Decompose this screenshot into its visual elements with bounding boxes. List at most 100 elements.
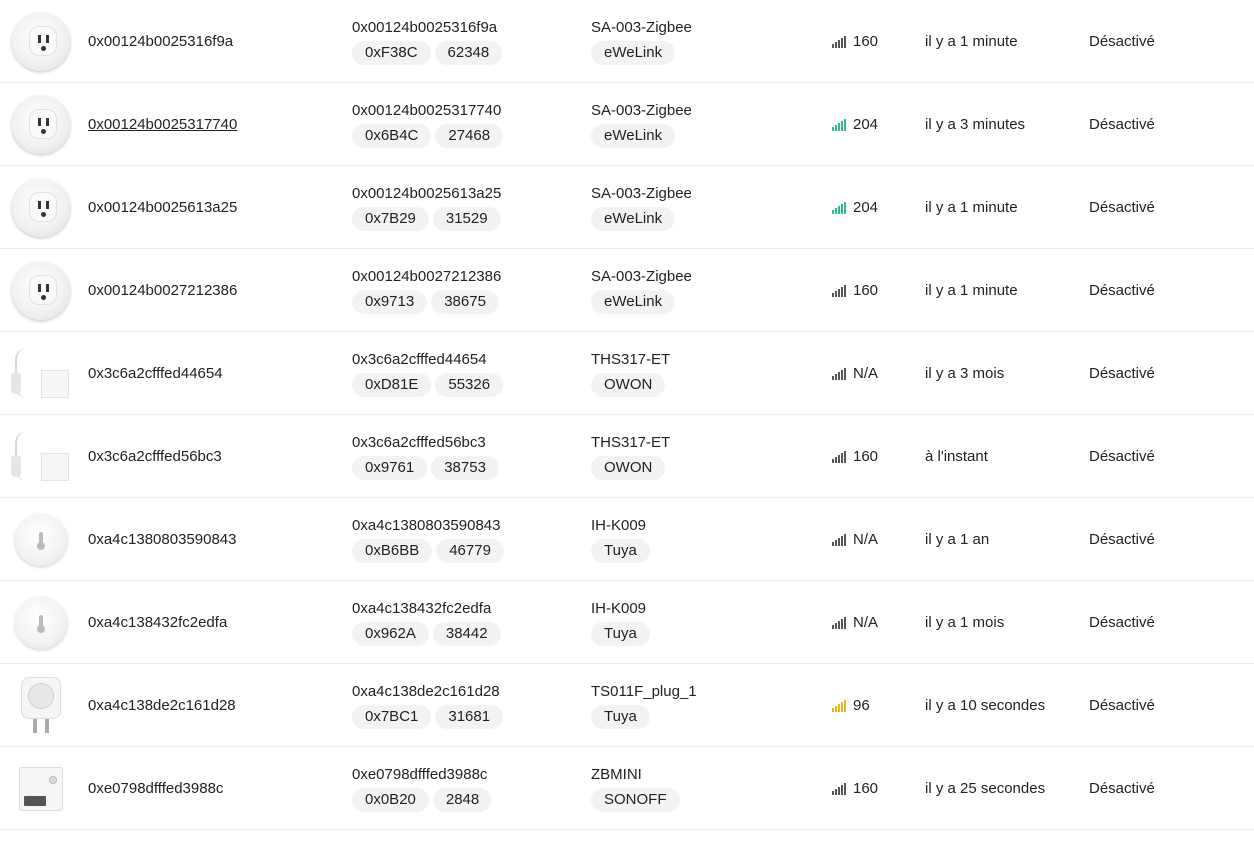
lqi-value: 204 bbox=[853, 199, 879, 216]
table-row[interactable]: 0x00124b0027212386 0x00124b0027212386 0x… bbox=[0, 249, 1254, 332]
device-thumbnail-cell[interactable] bbox=[10, 581, 72, 664]
ieee-address-text: 0x3c6a2cfffed44654 bbox=[352, 351, 487, 368]
device-ieee-link[interactable]: 0x3c6a2cfffed44654 bbox=[88, 365, 223, 382]
model-cell: SA-003-Zigbee eWeLink bbox=[591, 83, 811, 166]
device-ieee-link[interactable]: 0xa4c138de2c161d28 bbox=[88, 697, 236, 714]
round-plug-icon bbox=[12, 261, 70, 320]
table-row[interactable]: 0x00124b0025317740 0x00124b0025317740 0x… bbox=[0, 83, 1254, 166]
model-name-link[interactable]: SA-003-Zigbee bbox=[591, 101, 692, 121]
signal-strength-icon bbox=[832, 533, 846, 546]
ieee-address-cell: 0xa4c138432fc2edfa bbox=[88, 581, 338, 664]
round-plug-icon bbox=[12, 12, 70, 71]
device-ieee-link[interactable]: 0x00124b0027212386 bbox=[88, 282, 237, 299]
model-cell: SA-003-Zigbee eWeLink bbox=[591, 0, 811, 83]
model-name-link[interactable]: THS317-ET bbox=[591, 350, 670, 370]
status-text: Désactivé bbox=[1089, 33, 1155, 50]
device-thumbnail-cell[interactable] bbox=[10, 498, 72, 581]
device-thumbnail-cell[interactable] bbox=[10, 249, 72, 332]
network-address-dec-chip: 2848 bbox=[432, 788, 493, 812]
table-row[interactable]: 0x00124b0025316f9a 0x00124b0025316f9a 0x… bbox=[0, 0, 1254, 83]
device-ieee-link[interactable]: 0x3c6a2cfffed56bc3 bbox=[88, 448, 222, 465]
signal-strength-icon bbox=[832, 699, 846, 712]
device-thumbnail-cell[interactable] bbox=[10, 83, 72, 166]
link-quality-cell: 160 bbox=[832, 747, 912, 830]
device-ieee-link[interactable]: 0xa4c138432fc2edfa bbox=[88, 614, 227, 631]
address-cell: 0x3c6a2cfffed56bc3 0x9761 38753 bbox=[352, 415, 572, 498]
ieee-address-text: 0x00124b0025316f9a bbox=[352, 19, 498, 36]
lqi-value: 160 bbox=[853, 282, 879, 299]
model-name-link[interactable]: SA-003-Zigbee bbox=[591, 267, 692, 287]
model-name-link[interactable]: THS317-ET bbox=[591, 433, 670, 453]
address-cell: 0x00124b0027212386 0x9713 38675 bbox=[352, 249, 572, 332]
status-text: Désactivé bbox=[1089, 614, 1155, 631]
device-ieee-link[interactable]: 0xe0798dfffed3988c bbox=[88, 780, 223, 797]
table-row[interactable]: 0xa4c138432fc2edfa 0xa4c138432fc2edfa 0x… bbox=[0, 581, 1254, 664]
ieee-address-text: 0x00124b0025613a25 bbox=[352, 185, 502, 202]
network-address-dec-chip: 62348 bbox=[434, 41, 503, 65]
eu-plug-icon bbox=[21, 676, 61, 735]
device-ieee-link[interactable]: 0x00124b0025613a25 bbox=[88, 199, 237, 216]
last-seen-text: il y a 3 minutes bbox=[925, 116, 1026, 133]
ieee-address-cell: 0x00124b0025316f9a bbox=[88, 0, 338, 83]
model-name-link[interactable]: TS011F_plug_1 bbox=[591, 682, 697, 702]
model-name-link[interactable]: IH-K009 bbox=[591, 516, 646, 536]
last-seen-cell: il y a 1 an bbox=[925, 498, 1075, 581]
last-seen-cell: à l'instant bbox=[925, 415, 1075, 498]
device-thumbnail-cell[interactable] bbox=[10, 415, 72, 498]
vendor-chip: eWeLink bbox=[591, 207, 676, 231]
status-text: Désactivé bbox=[1089, 780, 1155, 797]
device-ieee-link[interactable]: 0x00124b0025316f9a bbox=[88, 33, 233, 50]
ieee-address-text: 0xa4c138432fc2edfa bbox=[352, 600, 492, 617]
device-ieee-link[interactable]: 0xa4c1380803590843 bbox=[88, 531, 236, 548]
vendor-chip: Tuya bbox=[591, 622, 650, 646]
zbmini-switch-icon bbox=[19, 766, 63, 811]
status-cell: Désactivé bbox=[1089, 249, 1219, 332]
lqi-value: 160 bbox=[853, 780, 879, 797]
network-address-dec-chip: 55326 bbox=[435, 373, 504, 397]
vendor-chip: eWeLink bbox=[591, 124, 676, 148]
status-text: Désactivé bbox=[1089, 199, 1155, 216]
signal-strength-icon bbox=[832, 450, 846, 463]
network-address-hex-chip: 0x0B20 bbox=[352, 788, 429, 812]
device-thumbnail-cell[interactable] bbox=[10, 332, 72, 415]
status-cell: Désactivé bbox=[1089, 415, 1219, 498]
ieee-address-text: 0xa4c138de2c161d28 bbox=[352, 683, 500, 700]
round-thermometer-icon bbox=[15, 596, 67, 649]
last-seen-cell: il y a 1 minute bbox=[925, 166, 1075, 249]
model-name-link[interactable]: IH-K009 bbox=[591, 599, 646, 619]
ieee-address-cell: 0x3c6a2cfffed44654 bbox=[88, 332, 338, 415]
ieee-address-cell: 0xa4c138de2c161d28 bbox=[88, 664, 338, 747]
signal-strength-icon bbox=[832, 35, 846, 48]
device-thumbnail-cell[interactable] bbox=[10, 664, 72, 747]
ieee-address-cell: 0x00124b0025317740 bbox=[88, 83, 338, 166]
model-name-link[interactable]: SA-003-Zigbee bbox=[591, 18, 692, 38]
device-thumbnail-cell[interactable] bbox=[10, 166, 72, 249]
model-name-link[interactable]: ZBMINI bbox=[591, 765, 642, 785]
last-seen-cell: il y a 10 secondes bbox=[925, 664, 1075, 747]
last-seen-text: il y a 1 minute bbox=[925, 282, 1018, 299]
status-cell: Désactivé bbox=[1089, 664, 1219, 747]
model-cell: THS317-ET OWON bbox=[591, 332, 811, 415]
status-text: Désactivé bbox=[1089, 116, 1155, 133]
lqi-value: N/A bbox=[853, 365, 879, 382]
table-row[interactable]: 0x3c6a2cfffed44654 0x3c6a2cfffed44654 0x… bbox=[0, 332, 1254, 415]
table-row[interactable]: 0x3c6a2cfffed56bc3 0x3c6a2cfffed56bc3 0x… bbox=[0, 415, 1254, 498]
lqi-value: 160 bbox=[853, 33, 879, 50]
device-thumbnail-cell[interactable] bbox=[10, 747, 72, 830]
table-row[interactable]: 0xa4c1380803590843 0xa4c1380803590843 0x… bbox=[0, 498, 1254, 581]
last-seen-cell: il y a 3 minutes bbox=[925, 83, 1075, 166]
status-cell: Désactivé bbox=[1089, 0, 1219, 83]
ieee-address-text: 0xe0798dfffed3988c bbox=[352, 766, 488, 783]
device-thumbnail-cell[interactable] bbox=[10, 0, 72, 83]
round-plug-icon bbox=[12, 178, 70, 237]
model-name-link[interactable]: SA-003-Zigbee bbox=[591, 184, 692, 204]
table-row[interactable]: 0x00124b0025613a25 0x00124b0025613a25 0x… bbox=[0, 166, 1254, 249]
device-ieee-link[interactable]: 0x00124b0025317740 bbox=[88, 116, 237, 133]
table-row[interactable]: 0xe0798dfffed3988c 0xe0798dfffed3988c 0x… bbox=[0, 747, 1254, 830]
vendor-chip: eWeLink bbox=[591, 41, 676, 65]
network-address-hex-chip: 0xB6BB bbox=[352, 539, 433, 563]
ieee-address-cell: 0xe0798dfffed3988c bbox=[88, 747, 338, 830]
table-row[interactable]: 0xa4c138de2c161d28 0xa4c138de2c161d28 0x… bbox=[0, 664, 1254, 747]
signal-strength-icon bbox=[832, 782, 846, 795]
last-seen-text: il y a 1 minute bbox=[925, 199, 1018, 216]
